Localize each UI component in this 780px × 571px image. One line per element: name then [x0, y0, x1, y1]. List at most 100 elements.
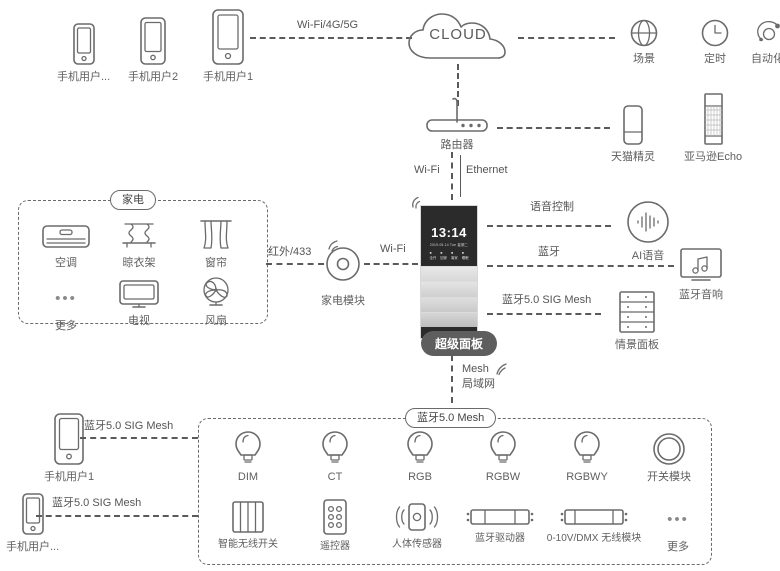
connector-appliance-module	[266, 263, 324, 265]
super-panel[interactable]: 13:14 2019.05.14 Tue 星期二 ■全开■回家■离家■睡眠 SU…	[420, 205, 478, 339]
phone-user-3-label: 手机用户...	[57, 71, 111, 83]
more-dots-icon: •••	[667, 510, 689, 528]
connector-router-panel-ethernet	[460, 155, 461, 197]
bluetooth-driver-icon	[466, 509, 534, 525]
automation-icon	[756, 21, 780, 42]
label-mesh-lan: Mesh 局域网	[462, 362, 495, 392]
appliance-module-icon	[326, 240, 360, 281]
mesh-device-switch-module-label: 开关模块	[647, 471, 691, 483]
mesh-device-remote[interactable]: 遥控器	[303, 498, 367, 554]
mesh-device-rgb[interactable]: RGB	[390, 430, 450, 485]
panel-row-3[interactable]	[421, 296, 477, 312]
mesh-device-more-label: 更多	[667, 541, 689, 553]
connector-panel-scenepanel	[487, 313, 601, 315]
connector-router-speakers	[497, 127, 610, 129]
mesh-device-wireless-switch[interactable]: 智能无线开关	[215, 500, 281, 552]
appliance-more[interactable]: ••• 更多	[30, 281, 102, 334]
mesh-device-bluetooth-driver[interactable]: 蓝牙驱动器	[462, 506, 538, 546]
appliance-fan[interactable]: 风扇	[180, 276, 252, 329]
speaker-tmall-genie[interactable]: 天猫精灵	[611, 104, 655, 165]
device-ai-voice[interactable]: AI语音	[625, 199, 671, 264]
device-bluetooth-speaker-label: 蓝牙音响	[679, 289, 723, 301]
bottom-phone-user-2-label: 手机用户...	[6, 541, 60, 553]
mesh-device-rgbw-label: RGBW	[485, 471, 521, 483]
speaker-amazon-echo[interactable]: 亚马逊Echo	[684, 92, 742, 165]
mesh-device-rgbwy-label: RGBWY	[566, 471, 608, 483]
appliance-air-conditioner-label: 空调	[55, 257, 77, 269]
label-mesh-lan-line1: Mesh	[462, 363, 489, 375]
device-ai-voice-label: AI语音	[631, 250, 665, 262]
router-node[interactable]: 路由器	[423, 96, 491, 153]
panel-quick-icons[interactable]: ■ 全开 ■ 回家 ■ 离家 ■ 睡眠	[429, 251, 468, 260]
label-wifi: Wi-Fi	[414, 164, 440, 176]
phone-icon	[72, 23, 95, 65]
amazon-echo-icon	[704, 93, 723, 145]
appliance-tv[interactable]: 电视	[103, 278, 175, 329]
mesh-device-more[interactable]: ••• 更多	[648, 502, 708, 555]
panel-row-1[interactable]	[421, 266, 477, 282]
mesh-device-switch-module[interactable]: 开关模块	[637, 432, 701, 485]
phone-user-3[interactable]: 手机用户...	[57, 22, 110, 85]
super-panel-badge: 超级面板	[421, 331, 498, 356]
mesh-device-motion-sensor[interactable]: 人体传感器	[382, 502, 452, 552]
wireless-switch-icon	[232, 501, 264, 533]
appliance-air-conditioner[interactable]: 空调	[30, 222, 102, 271]
more-dots-icon: •••	[55, 289, 77, 307]
connector-cloud-services	[518, 37, 615, 39]
panel-date: 2019.05.14 Tue 星期二	[429, 243, 469, 247]
connector-phone1-mesh	[80, 437, 198, 439]
phone-user-1[interactable]: 手机用户1	[203, 8, 253, 85]
mesh-device-dim-label: DIM	[237, 471, 259, 483]
appliance-curtain[interactable]: 窗帘	[180, 218, 252, 271]
label-mesh-lan-line2: 局域网	[462, 377, 495, 390]
switch-module-icon	[653, 433, 685, 465]
panel-time: 13:14	[431, 225, 467, 240]
device-scene-panel[interactable]: 情景面板	[615, 290, 659, 353]
appliance-module-node[interactable]: 家电模块	[320, 238, 366, 309]
scene-panel-icon	[619, 291, 655, 333]
panel-row-2[interactable]	[421, 281, 477, 297]
mesh-device-rgbwy[interactable]: RGBWY	[557, 430, 617, 485]
label-bluetooth: 蓝牙	[538, 246, 560, 258]
mesh-device-wireless-switch-label: 智能无线开关	[218, 539, 278, 550]
label-infrared-433: 红外/433	[268, 246, 312, 258]
mesh-device-ct[interactable]: CT	[305, 430, 365, 485]
appliance-drying-rack-label: 晾衣架	[122, 257, 156, 269]
label-bt-sig-mesh-bottom: 蓝牙5.0 SIG Mesh	[52, 497, 142, 509]
appliance-box-title: 家电	[110, 190, 156, 211]
service-timer[interactable]: 定时	[700, 18, 730, 67]
connector-router-panel-wifi	[451, 152, 453, 200]
dmx-module-icon	[560, 509, 628, 525]
motion-sensor-icon	[395, 503, 439, 531]
label-wifi-module: Wi-Fi	[380, 243, 406, 255]
tmall-genie-icon	[623, 105, 643, 145]
mesh-device-rgbw[interactable]: RGBW	[473, 430, 533, 485]
cloud-node[interactable]: CLOUD	[404, 8, 512, 64]
curtain-icon	[200, 220, 232, 249]
connector-panel-btspeaker	[487, 265, 674, 267]
mesh-device-dim[interactable]: DIM	[218, 430, 278, 485]
globe-icon	[630, 19, 658, 47]
device-bluetooth-speaker[interactable]: 蓝牙音响	[678, 246, 724, 303]
appliance-curtain-label: 窗帘	[205, 257, 227, 269]
mesh-device-rgb-label: RGB	[408, 471, 432, 483]
speaker-amazon-echo-label: 亚马逊Echo	[684, 151, 743, 163]
connector-phone2-mesh	[36, 515, 198, 517]
bulb-icon	[490, 431, 516, 463]
mesh-device-dmx-module-label: 0-10V/DMX 无线模块	[546, 533, 642, 544]
panel-row-4[interactable]	[421, 311, 477, 327]
service-automation[interactable]: 自动化	[751, 18, 780, 67]
phone-user-2[interactable]: 手机用户2	[128, 16, 178, 85]
mesh-signal-icon	[495, 362, 511, 376]
phone-icon	[212, 9, 244, 65]
device-scene-panel-label: 情景面板	[615, 339, 659, 351]
mesh-device-dmx-module[interactable]: 0-10V/DMX 无线模块	[546, 506, 642, 546]
appliance-drying-rack[interactable]: 晾衣架	[103, 220, 175, 271]
service-timer-label: 定时	[704, 53, 726, 65]
phone-user-1-label: 手机用户1	[203, 71, 254, 83]
bulb-icon	[407, 431, 433, 463]
router-icon	[426, 97, 488, 132]
mesh-device-remote-label: 遥控器	[320, 541, 350, 552]
service-scene[interactable]: 场景	[629, 18, 659, 67]
appliance-tv-label: 电视	[128, 315, 150, 327]
